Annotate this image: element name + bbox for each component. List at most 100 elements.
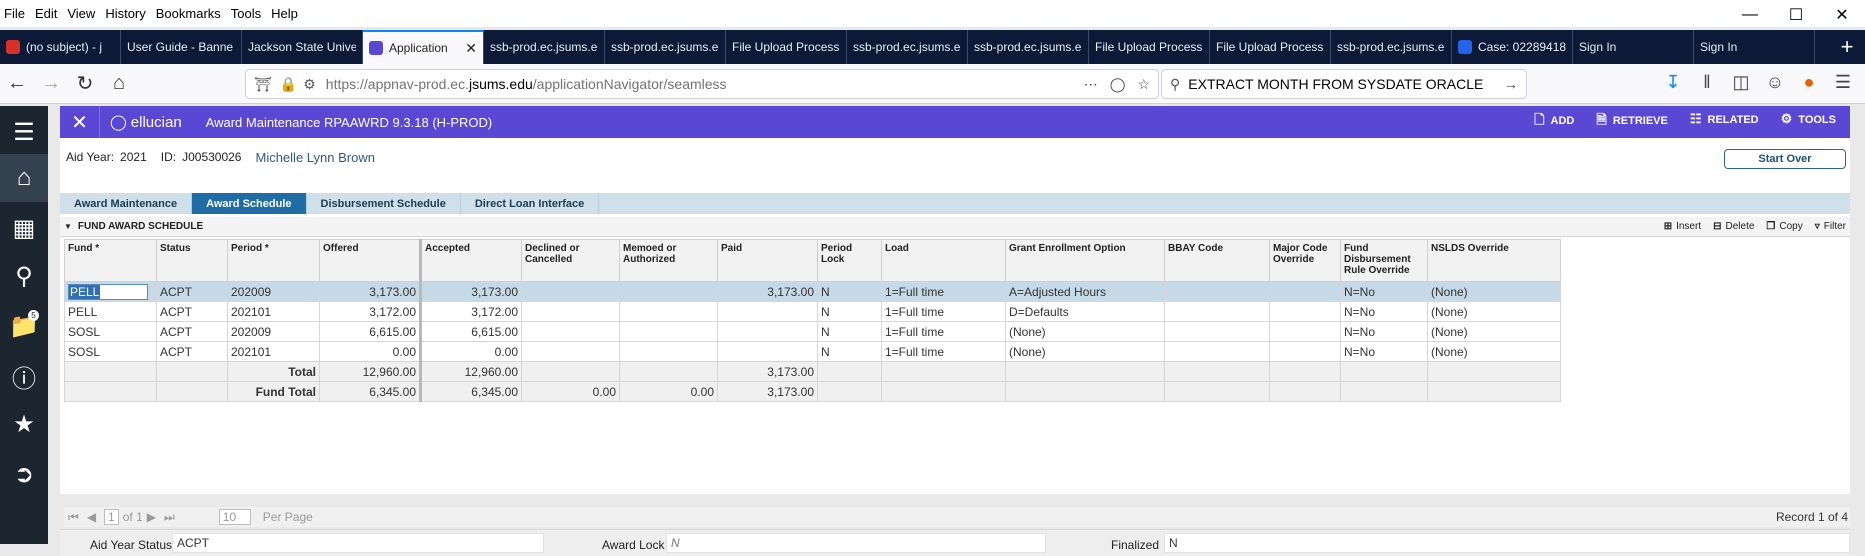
tab-disbursement-schedule[interactable]: Disbursement Schedule xyxy=(307,193,461,214)
browser-tab[interactable]: ssb-prod.ec.jsums.e xyxy=(1331,30,1452,64)
browser-tab[interactable]: Sign In xyxy=(1694,30,1815,64)
table-cell[interactable]: SOSL xyxy=(64,341,157,362)
browser-tab[interactable]: File Upload Process xyxy=(726,30,847,64)
column-header[interactable]: Accepted xyxy=(420,239,522,282)
filter-button[interactable]: ▿ Filter xyxy=(1815,221,1846,232)
next-page-icon[interactable]: ▶ xyxy=(147,510,156,524)
column-header[interactable]: BBAY Code xyxy=(1164,239,1270,282)
sidebar-toggle-icon[interactable]: ◫ xyxy=(1731,72,1751,93)
lock-icon[interactable]: 🔒 xyxy=(280,76,297,93)
table-cell[interactable]: 3,173.00 xyxy=(319,281,422,302)
menu-edit[interactable]: Edit xyxy=(33,6,65,21)
search-input[interactable]: EXTRACT MONTH FROM SYSDATE ORACLE xyxy=(1188,76,1483,92)
start-over-button[interactable]: Start Over xyxy=(1724,149,1846,169)
table-cell[interactable] xyxy=(1164,321,1270,342)
close-tab-icon[interactable]: ✕ xyxy=(465,40,477,57)
table-cell[interactable]: ACPT xyxy=(156,281,228,302)
table-cell[interactable]: 0.00 xyxy=(319,341,422,362)
browser-tab[interactable]: Sign In xyxy=(1573,30,1694,64)
help-icon[interactable]: ⓘ xyxy=(0,352,48,400)
minimize-icon[interactable]: — xyxy=(1727,0,1773,30)
table-cell[interactable] xyxy=(1269,321,1341,342)
table-cell[interactable] xyxy=(1164,281,1270,302)
page-input[interactable]: 1 xyxy=(104,509,119,525)
table-cell[interactable]: ACPT xyxy=(156,321,228,342)
table-cell[interactable]: (None) xyxy=(1427,301,1561,322)
table-cell[interactable]: 202101 xyxy=(227,301,320,322)
menu-tools[interactable]: Tools xyxy=(229,6,269,21)
sign-out-icon[interactable]: ➲ xyxy=(0,450,48,498)
close-window-icon[interactable]: ✕ xyxy=(1819,0,1865,30)
column-header[interactable]: Offered xyxy=(319,239,422,282)
table-cell[interactable]: 3,172.00 xyxy=(319,301,422,322)
table-cell[interactable]: 3,172.00 xyxy=(420,301,522,322)
table-cell[interactable]: N xyxy=(817,281,882,302)
search-go-icon[interactable]: → xyxy=(1504,76,1518,92)
browser-tab[interactable]: User Guide - Banne xyxy=(121,30,242,64)
tools-button[interactable]: ⚙ TOOLS xyxy=(1781,111,1836,133)
column-header[interactable]: Fund * xyxy=(64,239,157,282)
browser-tab[interactable]: ssb-prod.ec.jsums.e xyxy=(484,30,605,64)
table-cell[interactable]: SOSL xyxy=(64,321,157,342)
table-cell[interactable]: 0.00 xyxy=(420,341,522,362)
aid-year-status-field[interactable]: ACPT xyxy=(172,533,544,553)
column-header[interactable]: Load xyxy=(881,239,1006,282)
table-cell[interactable]: 1=Full time xyxy=(881,321,1006,342)
table-cell[interactable]: 202101 xyxy=(227,341,320,362)
table-cell[interactable]: 202009 xyxy=(227,281,320,302)
table-cell[interactable]: N xyxy=(817,321,882,342)
tab-direct-loan-interface[interactable]: Direct Loan Interface xyxy=(461,193,600,214)
table-cell[interactable] xyxy=(1164,341,1270,362)
insert-button[interactable]: ⊞ Insert xyxy=(1664,221,1701,232)
column-header[interactable]: Period * xyxy=(227,239,320,282)
table-cell[interactable] xyxy=(619,321,718,342)
column-header[interactable]: Paid xyxy=(717,239,818,282)
reload-icon[interactable]: ↻ xyxy=(68,68,102,100)
url-bar[interactable]: ⛩ 🔒 ⚙ https://appnav-prod.ec. jsums.edu/a… xyxy=(245,69,1159,99)
column-header[interactable]: Period Lock xyxy=(817,239,882,282)
home-icon[interactable]: ⌂ xyxy=(102,68,136,100)
search-nav-icon[interactable]: ⚲ xyxy=(0,252,48,300)
new-tab-icon[interactable]: + xyxy=(1829,30,1865,64)
browser-tab[interactable]: ssb-prod.ec.jsums.e xyxy=(968,30,1089,64)
account-icon[interactable]: ☺ xyxy=(1765,72,1785,93)
forward-icon[interactable]: → xyxy=(34,68,68,100)
table-cell[interactable]: 1=Full time xyxy=(881,301,1006,322)
back-icon[interactable]: ← xyxy=(0,68,34,100)
table-cell[interactable]: ACPT xyxy=(156,341,228,362)
browser-tab[interactable]: Jackson State Unive xyxy=(242,30,363,64)
column-header[interactable]: Declined or Cancelled xyxy=(521,239,620,282)
menu-bookmarks[interactable]: Bookmarks xyxy=(154,6,229,21)
fund-input[interactable]: PELL xyxy=(68,283,148,300)
menu-icon[interactable]: ☰ xyxy=(0,108,48,156)
table-cell[interactable]: N=No xyxy=(1340,301,1428,322)
browser-tab[interactable]: ssb-prod.ec.jsums.e xyxy=(605,30,726,64)
table-cell[interactable]: 6,615.00 xyxy=(420,321,522,342)
table-cell[interactable]: N xyxy=(817,301,882,322)
table-cell[interactable] xyxy=(521,301,620,322)
table-cell[interactable]: (None) xyxy=(1005,341,1165,362)
hamburger-menu-icon[interactable]: ☰ xyxy=(1833,72,1853,93)
table-cell[interactable] xyxy=(717,321,818,342)
menu-file[interactable]: File xyxy=(0,6,33,21)
table-cell[interactable]: (None) xyxy=(1427,321,1561,342)
table-cell[interactable]: N=No xyxy=(1340,281,1428,302)
library-icon[interactable]: ‖ xyxy=(1697,72,1717,93)
tab-award-maintenance[interactable]: Award Maintenance xyxy=(60,193,193,214)
copy-button[interactable]: ❐ Copy xyxy=(1766,221,1802,232)
column-header[interactable]: Grant Enrollment Option xyxy=(1005,239,1165,282)
table-cell[interactable]: 202009 xyxy=(227,321,320,342)
retrieve-button[interactable]: 🗎 RETRIEVE xyxy=(1596,111,1667,133)
table-cell[interactable]: 6,615.00 xyxy=(319,321,422,342)
table-cell[interactable]: 1=Full time xyxy=(881,281,1006,302)
table-cell[interactable]: PELL xyxy=(64,301,157,322)
table-row[interactable]: PELL ACPT 202009 3,173.00 3,173.00 3,173.00 N 1… xyxy=(64,281,1561,302)
table-cell[interactable]: 3,173.00 xyxy=(420,281,522,302)
finalized-field[interactable]: N xyxy=(1164,533,1850,553)
page-actions-icon[interactable]: ⋯ xyxy=(1084,76,1098,93)
table-cell[interactable]: ACPT xyxy=(156,301,228,322)
pocket-icon[interactable]: ◯ xyxy=(1110,76,1126,93)
extension-icon[interactable]: ● xyxy=(1799,72,1819,93)
table-cell[interactable] xyxy=(521,341,620,362)
award-lock-field[interactable]: N xyxy=(666,533,1046,553)
